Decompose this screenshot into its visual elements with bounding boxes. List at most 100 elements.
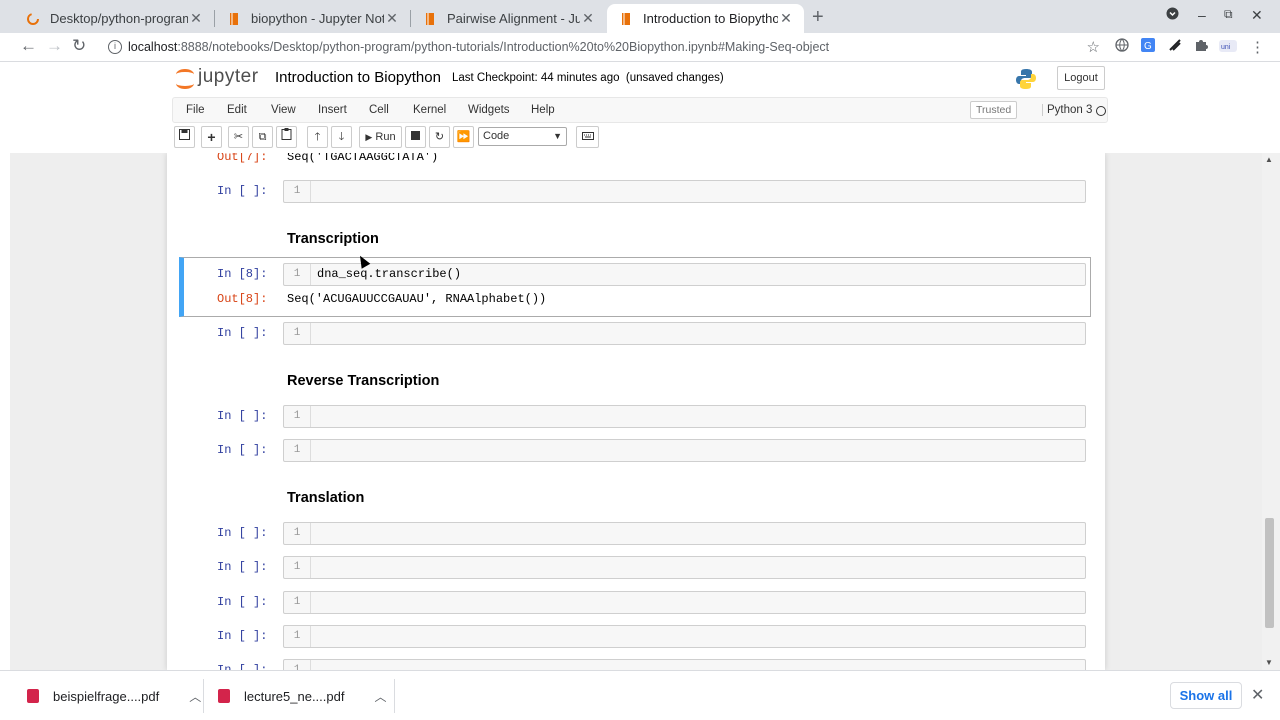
cell-type-value: Code	[483, 130, 510, 142]
close-download-bar-icon[interactable]: ✕	[1251, 685, 1264, 705]
menu-help[interactable]: Help	[531, 104, 555, 116]
menu-cell[interactable]: Cell	[369, 104, 389, 116]
tab-title: biopython - Jupyter Notel	[251, 11, 384, 26]
jupyter-logo[interactable]: jupyter	[176, 66, 259, 89]
code-input[interactable]: 1	[283, 659, 1086, 670]
heading-reverse-transcription[interactable]: Reverse Transcription	[287, 373, 439, 389]
menu-widgets[interactable]: Widgets	[468, 104, 510, 116]
output-text: Seq('TGACTAAGGCTATA')	[287, 153, 439, 164]
show-all-button[interactable]: Show all	[1170, 682, 1242, 709]
download-divider	[394, 679, 395, 713]
save-icon[interactable]	[174, 126, 195, 148]
menu-edit[interactable]: Edit	[227, 104, 247, 116]
menu-insert[interactable]: Insert	[318, 104, 347, 116]
notebook-container: Out[7]: Seq('TGACTAAGGCTATA') In [ ]: 1 …	[167, 153, 1105, 670]
address-bar[interactable]: i localhost:8888/notebooks/Desktop/pytho…	[100, 35, 1110, 59]
close-tab-icon[interactable]: ✕	[384, 10, 400, 27]
run-button[interactable]: ▶ Run	[359, 126, 402, 148]
menu-view[interactable]: View	[271, 104, 296, 116]
output-prompt: Out[7]:	[217, 153, 268, 164]
close-tab-icon[interactable]: ✕	[188, 10, 204, 27]
download-item[interactable]: beispielfrage....pdf ︿	[27, 679, 201, 713]
globe-extension-icon[interactable]	[1115, 38, 1129, 55]
tab-biopython[interactable]: biopython - Jupyter Notel ✕	[215, 4, 410, 33]
browser-menu-icon[interactable]: ⋮	[1250, 38, 1265, 56]
input-prompt: In [ ]:	[217, 409, 268, 423]
output-prompt: Out[8]:	[217, 292, 268, 306]
jupyter-book-icon	[230, 12, 238, 25]
notebook-scrollbar[interactable]: ▲ ▼	[1262, 153, 1280, 670]
tab-pairwise[interactable]: Pairwise Alignment - Jupy ✕	[411, 4, 606, 33]
line-number: 1	[284, 181, 311, 202]
tab-introduction[interactable]: Introduction to Biopytho ✕	[607, 4, 804, 33]
scrollbar-thumb[interactable]	[1265, 518, 1274, 628]
copy-icon[interactable]: ⧉	[252, 126, 273, 148]
chevron-up-icon[interactable]: ︿	[374, 688, 386, 705]
cell-type-select[interactable]: Code ▼	[478, 127, 567, 146]
line-number: 1	[284, 660, 311, 670]
code-input[interactable]: 1	[283, 522, 1086, 545]
forward-icon[interactable]: →	[46, 36, 63, 56]
cut-icon[interactable]: ✂	[228, 126, 249, 148]
close-window-icon[interactable]: ✕	[1251, 7, 1263, 24]
restart-icon[interactable]: ↻	[429, 126, 450, 148]
add-cell-icon[interactable]: +	[201, 126, 222, 148]
translate-extension-icon[interactable]: G	[1141, 38, 1155, 55]
command-palette-icon[interactable]	[576, 126, 599, 148]
line-number: 1	[284, 626, 311, 647]
pdf-file-icon	[27, 689, 39, 703]
logout-button[interactable]: Logout	[1057, 66, 1105, 90]
puzzle-extensions-icon[interactable]	[1194, 38, 1208, 55]
code-input[interactable]: 1	[283, 591, 1086, 614]
input-prompt: In [ ]:	[217, 184, 268, 198]
code-input[interactable]: 1	[283, 556, 1086, 579]
heading-transcription[interactable]: Transcription	[287, 231, 379, 247]
profile-avatar-icon[interactable]: uni	[1219, 38, 1237, 57]
extension-icon[interactable]	[1168, 38, 1182, 55]
scroll-down-icon[interactable]: ▼	[1265, 658, 1273, 667]
jupyter-book-icon	[622, 12, 630, 25]
download-filename: lecture5_ne....pdf	[244, 688, 345, 704]
scroll-up-icon[interactable]: ▲	[1265, 155, 1273, 164]
code-input[interactable]: 1	[283, 180, 1086, 203]
bookmark-star-icon[interactable]: ☆	[1087, 38, 1100, 56]
code-input[interactable]: 1	[283, 322, 1086, 345]
reload-icon[interactable]: ↻	[72, 36, 86, 56]
input-prompt: In [ ]:	[217, 560, 268, 574]
trusted-badge[interactable]: Trusted	[970, 101, 1018, 119]
python-logo-icon	[1016, 69, 1036, 89]
maximize-icon[interactable]: ⧉	[1224, 7, 1233, 22]
move-down-icon[interactable]: 🡓	[331, 126, 352, 148]
download-item[interactable]: lecture5_ne....pdf ︿	[218, 679, 386, 713]
back-icon[interactable]: ←	[20, 36, 37, 56]
output-text: Seq('ACUGAUUCCGAUAU', RNAAlphabet())	[287, 292, 547, 306]
heading-translation[interactable]: Translation	[287, 490, 364, 506]
notebook-name[interactable]: Introduction to Biopython	[275, 69, 441, 86]
close-tab-icon[interactable]: ✕	[580, 10, 596, 27]
menu-file[interactable]: File	[186, 104, 205, 116]
code-input[interactable]: 1	[283, 439, 1086, 462]
jupyter-header: jupyter Introduction to Biopython Last C…	[0, 62, 1280, 153]
input-prompt: In [ ]:	[217, 663, 268, 670]
tab-desktop[interactable]: Desktop/python-program ✕	[14, 4, 214, 33]
minimize-icon[interactable]: –	[1198, 7, 1206, 23]
move-up-icon[interactable]: 🡑	[307, 126, 328, 148]
new-tab-icon[interactable]: +	[812, 6, 824, 29]
loading-icon	[27, 12, 39, 25]
menu-kernel[interactable]: Kernel	[413, 104, 446, 116]
download-bar: beispielfrage....pdf ︿ lecture5_ne....pd…	[0, 670, 1280, 720]
tab-search-icon[interactable]	[1166, 7, 1179, 23]
input-prompt: In [ ]:	[217, 326, 268, 340]
code-input[interactable]: 1 dna_seq.transcribe()	[283, 263, 1086, 286]
interrupt-icon[interactable]	[405, 126, 426, 148]
code-input[interactable]: 1	[283, 405, 1086, 428]
chevron-up-icon[interactable]: ︿	[189, 688, 201, 705]
paste-icon[interactable]	[276, 126, 297, 148]
browser-toolbar: ← → ↻ i localhost:8888/notebooks/Desktop…	[0, 33, 1280, 62]
code-input[interactable]: 1	[283, 625, 1086, 648]
input-prompt: In [ ]:	[217, 629, 268, 643]
close-tab-icon[interactable]: ✕	[778, 10, 794, 27]
restart-run-all-icon[interactable]: ⏩	[453, 126, 474, 148]
info-icon[interactable]: i	[108, 40, 122, 54]
menu-bar: File Edit View Insert Cell Kernel Widget…	[172, 97, 1108, 123]
